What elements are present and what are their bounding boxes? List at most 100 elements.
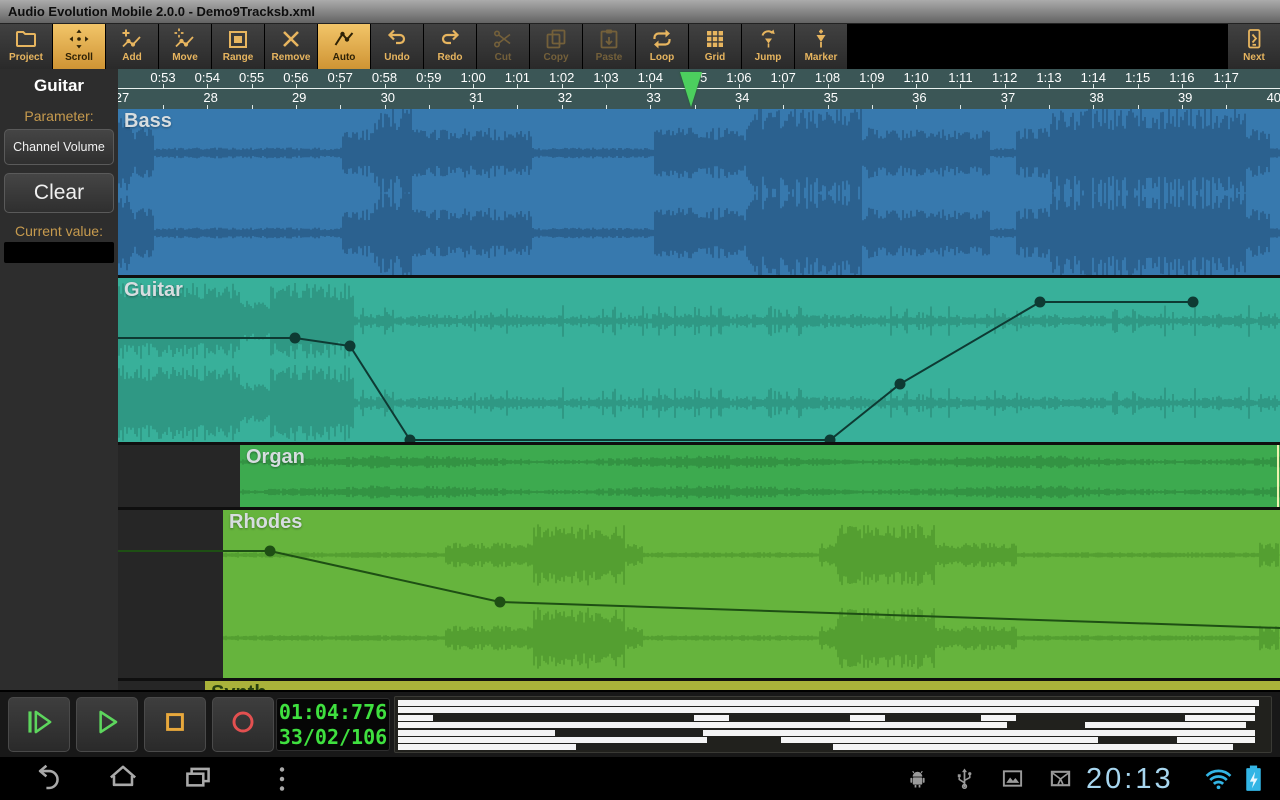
toolbar-button-label: Undo <box>384 52 410 63</box>
navigator-clip-bar <box>694 715 729 721</box>
clear-button[interactable]: Clear <box>4 173 114 213</box>
redo-button[interactable]: Redo <box>424 24 476 69</box>
marker-button[interactable]: Marker <box>795 24 847 69</box>
navigator-clip-bar <box>833 744 1233 750</box>
bar-label: 36 <box>912 90 926 105</box>
automation-curve[interactable] <box>118 510 1280 678</box>
time-label: 1:13 <box>1036 70 1061 85</box>
undo-icon <box>385 27 409 51</box>
parameter-select-button[interactable]: Channel Volume <box>4 129 114 165</box>
automation-node[interactable] <box>1188 297 1199 308</box>
recents-icon <box>180 761 216 800</box>
audio-clip-bass[interactable] <box>118 109 1280 275</box>
audio-clip-synth[interactable] <box>205 681 1280 690</box>
ruler-tick <box>252 84 253 88</box>
jump-button[interactable]: Jump <box>742 24 794 69</box>
remove-button[interactable]: Remove <box>265 24 317 69</box>
time-label: 0:56 <box>283 70 308 85</box>
automation-node[interactable] <box>265 546 276 557</box>
play-from-start-button[interactable] <box>8 697 70 752</box>
copy-button: Copy <box>530 24 582 69</box>
automation-node[interactable] <box>825 435 836 443</box>
time-label: 1:17 <box>1214 70 1239 85</box>
status-clock: 20:13 <box>1086 763 1198 796</box>
time-label: 1:02 <box>549 70 574 85</box>
stop-button[interactable] <box>144 697 206 752</box>
navigator-clip-bar <box>398 707 1255 713</box>
track-name-label: Organ <box>246 446 305 469</box>
move-button[interactable]: Move <box>159 24 211 69</box>
waveform <box>118 109 1280 275</box>
automation-node[interactable] <box>290 333 301 344</box>
ruler-tick <box>606 84 607 88</box>
time-label: 1:06 <box>726 70 751 85</box>
automation-node[interactable] <box>1035 297 1046 308</box>
ruler-tick <box>163 84 164 88</box>
menu-button[interactable] <box>264 761 300 797</box>
time-label: 0:54 <box>195 70 220 85</box>
folder-icon <box>14 27 38 51</box>
bar-label: 27 <box>118 90 129 105</box>
gmail-icon <box>1049 767 1072 795</box>
toolbar-button-label: Move <box>172 52 198 63</box>
automation-node[interactable] <box>345 341 356 352</box>
navigator-track-row <box>398 707 1268 713</box>
time-label: 0:58 <box>372 70 397 85</box>
scroll-button[interactable]: Scroll <box>53 24 105 69</box>
automation-curve[interactable] <box>118 278 1280 442</box>
ruler-tick <box>828 84 829 88</box>
track-name-label: Bass <box>124 110 172 133</box>
jump-icon <box>756 27 780 51</box>
remove-icon <box>279 27 303 51</box>
grid-button[interactable]: Grid <box>689 24 741 69</box>
track-rhodes: Rhodes <box>118 510 1280 678</box>
android-icon <box>906 767 929 795</box>
navigator-clip-bar <box>398 744 576 750</box>
home-button[interactable] <box>105 761 141 797</box>
navigator-track-row <box>398 715 1268 721</box>
current-value-label: Current value: <box>0 223 118 239</box>
song-overview-navigator[interactable] <box>394 696 1272 753</box>
timeline-ruler[interactable]: 0:530:540:550:560:570:580:591:001:011:02… <box>118 69 1280 109</box>
ruler-tick <box>340 84 341 88</box>
ruler-tick <box>562 84 563 88</box>
navigator-track-row <box>398 730 1268 736</box>
automation-sidebar: Guitar Parameter: Channel Volume Clear C… <box>0 69 119 690</box>
ruler-tick <box>385 84 386 88</box>
navigator-clip-bar <box>781 737 1099 743</box>
navigator-clip-bar <box>398 730 555 736</box>
record-button[interactable] <box>212 697 274 752</box>
play-button[interactable] <box>76 697 138 752</box>
ruler-tick <box>916 84 917 88</box>
bar-label: 34 <box>735 90 749 105</box>
add-button[interactable]: Add <box>106 24 158 69</box>
time-label: 1:11 <box>948 70 972 85</box>
track-guitar: Guitar <box>118 278 1280 442</box>
bar-label: 30 <box>381 90 395 105</box>
cut-button: Cut <box>477 24 529 69</box>
playhead[interactable] <box>680 72 702 107</box>
bar-label: 29 <box>292 90 306 105</box>
marker-icon <box>809 27 833 51</box>
next-toolbar-page-button[interactable]: Next <box>1228 24 1280 69</box>
automation-node[interactable] <box>495 597 506 608</box>
wifi-icon <box>1204 766 1233 796</box>
android-system-bar: 20:13 <box>0 757 1280 800</box>
back-button[interactable] <box>30 761 66 797</box>
loop-button[interactable]: Loop <box>636 24 688 69</box>
toolbar-button-label: Loop <box>650 52 674 63</box>
time-label: 1:16 <box>1169 70 1194 85</box>
audio-clip-organ[interactable] <box>240 445 1280 507</box>
automation-node[interactable] <box>895 379 906 390</box>
toolbar-button-label: Marker <box>805 52 838 63</box>
track-organ: Organ <box>118 445 1280 507</box>
bar-label: 38 <box>1089 90 1103 105</box>
move-node-icon <box>173 27 197 51</box>
undo-button[interactable]: Undo <box>371 24 423 69</box>
auto-icon <box>332 27 356 51</box>
project-button[interactable]: Project <box>0 24 52 69</box>
recents-button[interactable] <box>180 761 216 797</box>
auto-button[interactable]: Auto <box>318 24 370 69</box>
range-button[interactable]: Range <box>212 24 264 69</box>
toolbar: ProjectScrollAdd Move RangeRemoveAuto Undo R… <box>0 24 1280 69</box>
